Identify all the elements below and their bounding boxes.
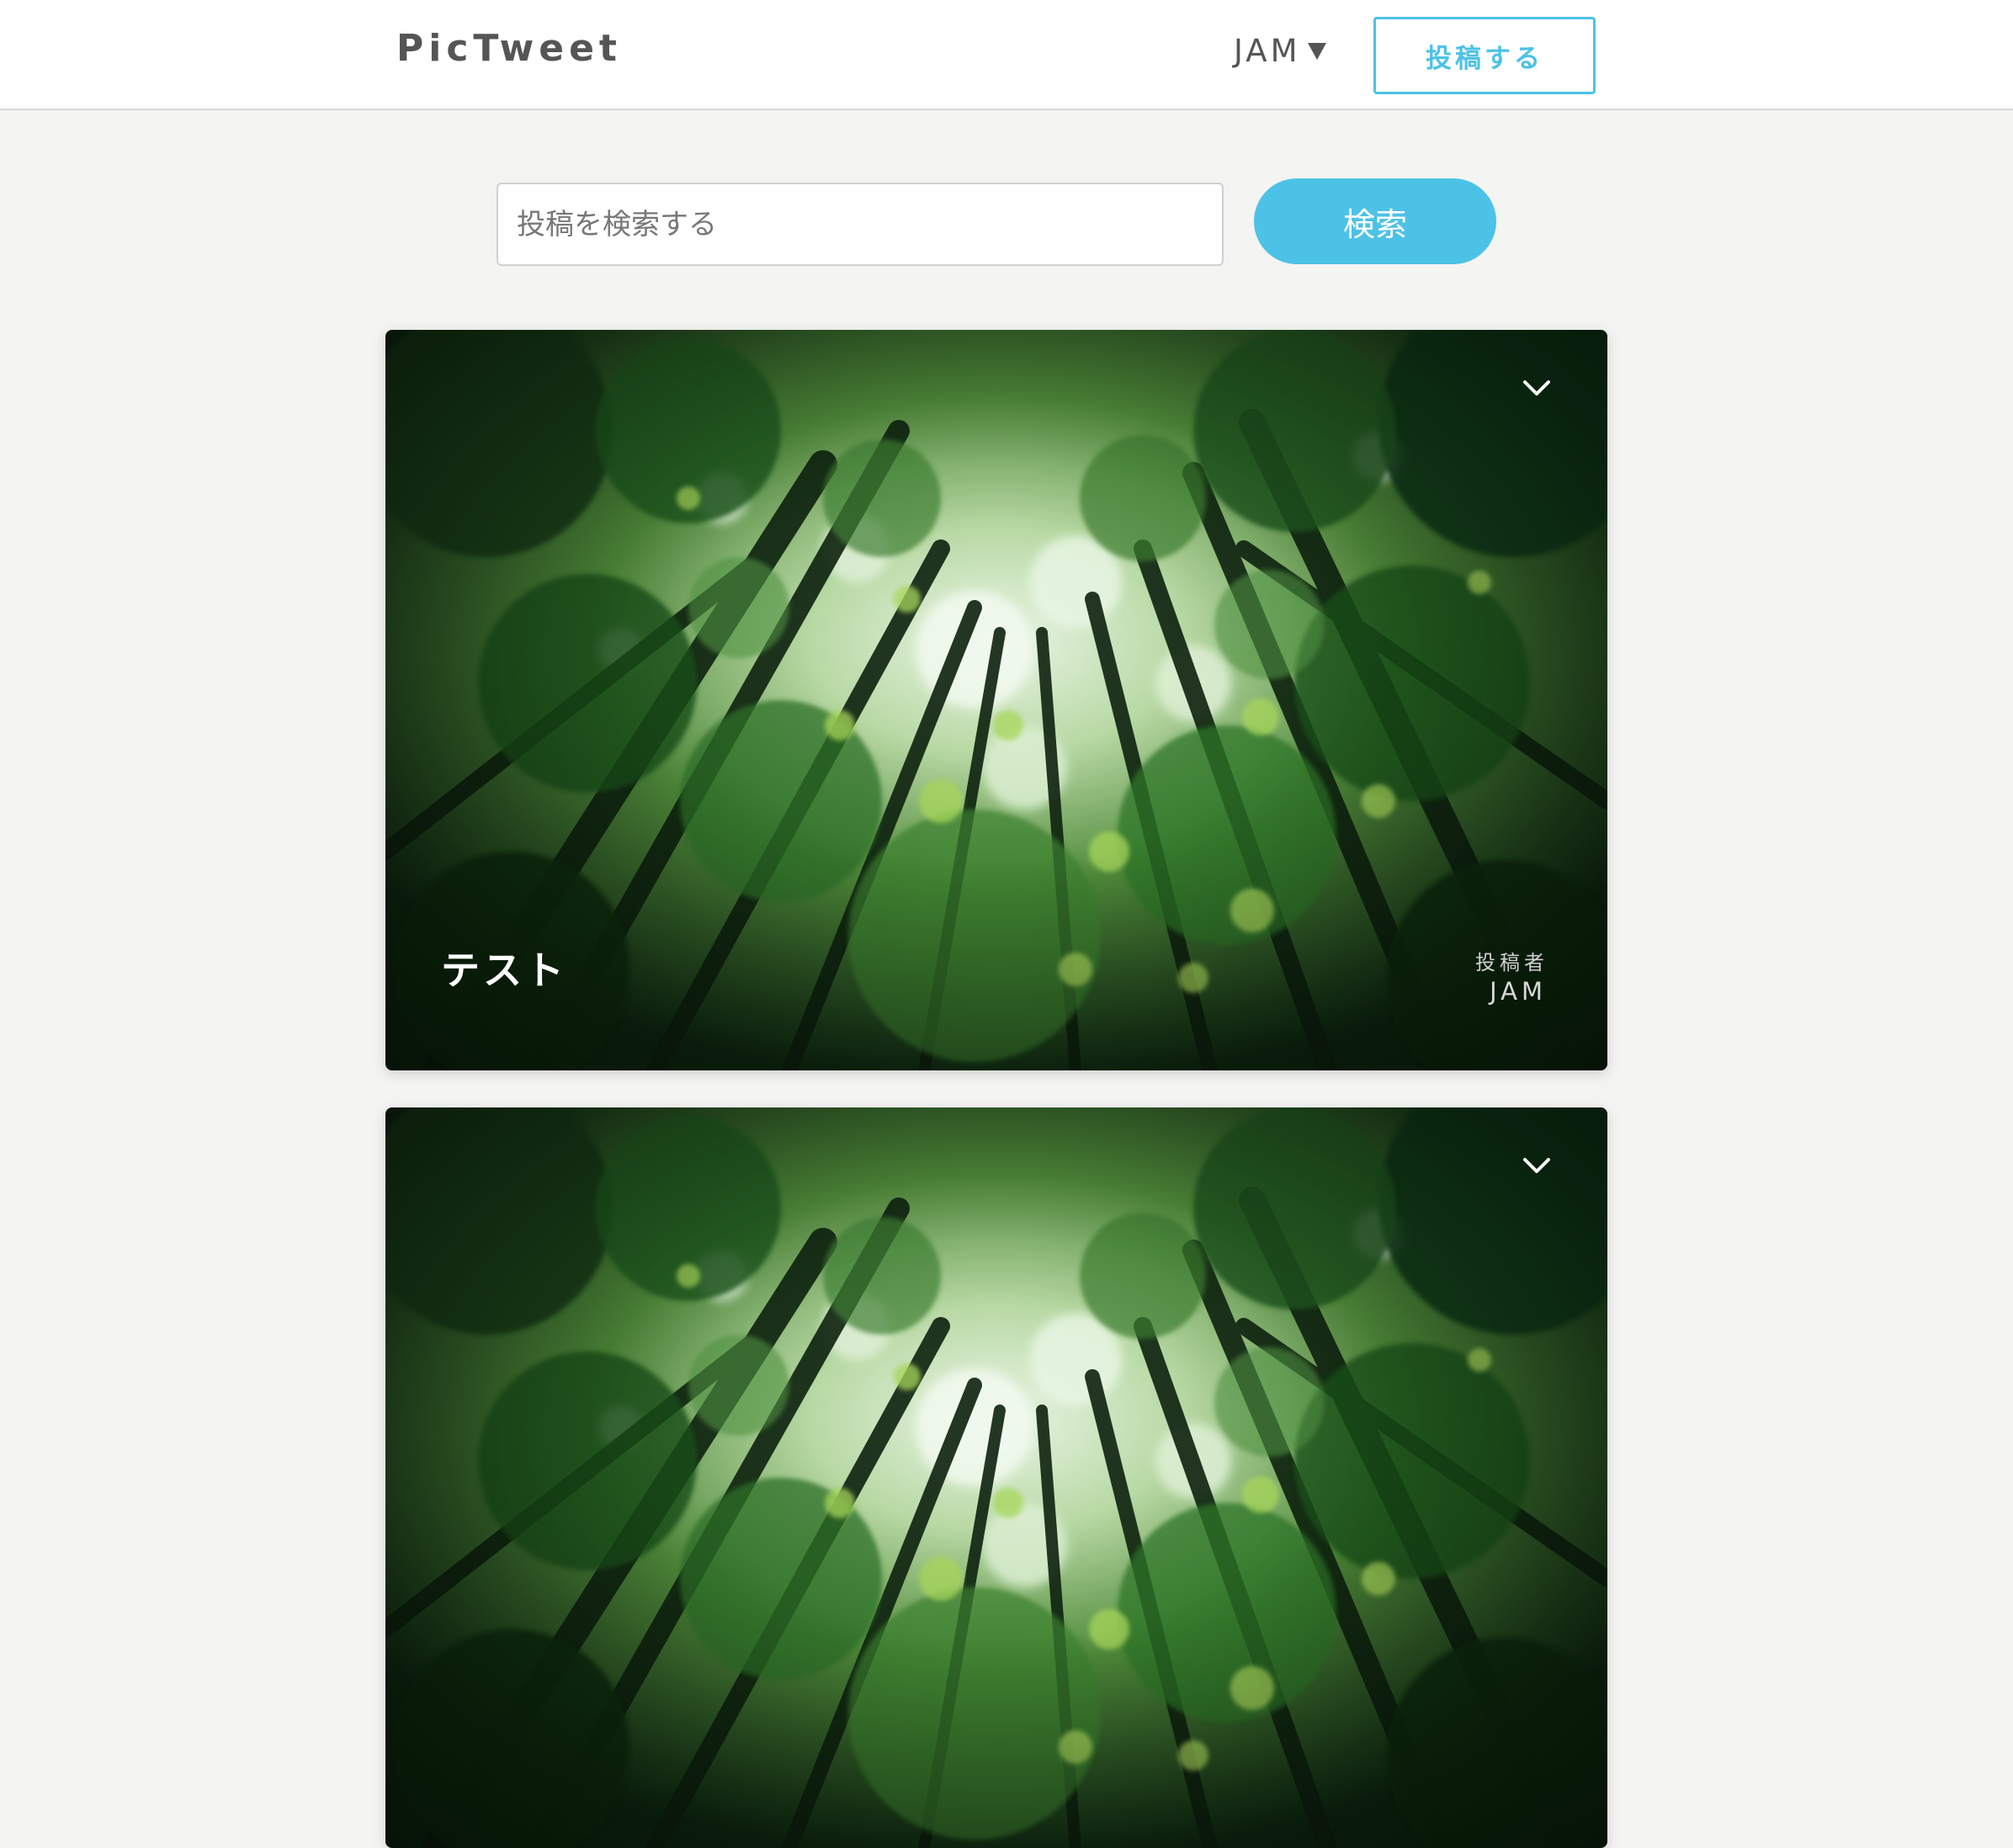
user-menu[interactable]: JAM [1234,32,1326,69]
user-name[interactable]: JAM [1234,35,1301,66]
post-title: テスト [441,948,567,993]
site-header: PicTweet JAM 投稿する [0,0,2013,110]
post-author-name[interactable]: JAM [1490,980,1547,1004]
post-card[interactable] [385,1107,1607,1848]
post-author-label: 投稿者 [1475,951,1548,974]
search-button[interactable]: 検索 [1254,178,1496,264]
site-logo[interactable]: PicTweet [396,30,622,67]
chevron-down-icon[interactable] [1520,375,1554,401]
new-post-button[interactable]: 投稿する [1373,17,1596,94]
post-image [385,330,1607,1070]
post-card[interactable]: テスト 投稿者 JAM [385,330,1607,1070]
chevron-down-icon[interactable] [1520,1153,1554,1178]
search-input[interactable] [497,183,1224,266]
caret-down-icon[interactable] [1307,43,1326,60]
post-image [385,1107,1607,1848]
